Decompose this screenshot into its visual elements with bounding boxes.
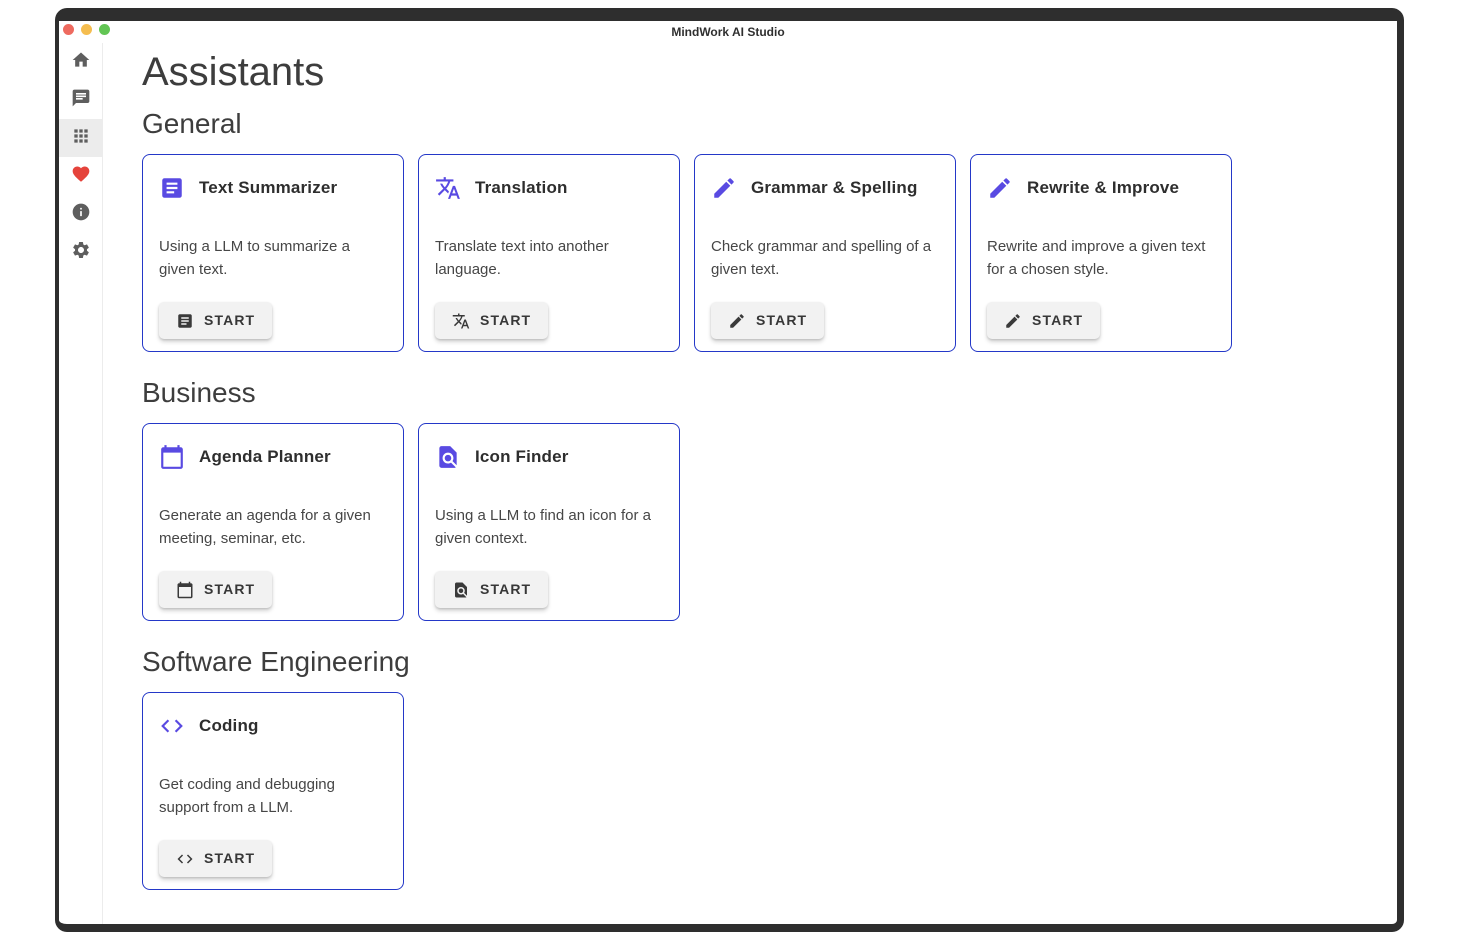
sidebar [59, 43, 103, 924]
assistant-card: Translation Translate text into another … [418, 154, 680, 352]
section-title: Software Engineering [142, 645, 1377, 679]
assistant-card: Rewrite & Improve Rewrite and improve a … [970, 154, 1232, 352]
card-row: Coding Get coding and debugging support … [142, 692, 1377, 890]
sidebar-item-assistants[interactable] [59, 119, 102, 157]
close-button[interactable] [63, 24, 74, 35]
assistant-card: Agenda Planner Generate an agenda for a … [142, 423, 404, 621]
code-icon [159, 713, 185, 739]
chat-icon [71, 88, 91, 108]
edit-pencil-icon [1004, 312, 1022, 330]
info-icon [71, 202, 91, 222]
titlebar: MindWork AI Studio [59, 21, 1397, 43]
apps-grid-icon [71, 126, 91, 146]
sidebar-item-favorites[interactable] [59, 157, 102, 195]
card-header: Text Summarizer [159, 175, 387, 201]
start-button[interactable]: START [711, 302, 824, 339]
gear-icon [71, 240, 91, 260]
zoom-button[interactable] [99, 24, 110, 35]
start-button[interactable]: START [435, 571, 548, 608]
card-description: Using a LLM to summarize a given text. [159, 235, 387, 281]
sidebar-item-settings[interactable] [59, 233, 102, 271]
translate-icon [435, 175, 461, 201]
page-title: Assistants [142, 49, 1377, 95]
calendar-icon [176, 581, 194, 599]
calendar-icon [159, 444, 185, 470]
start-button[interactable]: START [435, 302, 548, 339]
start-button-label: START [480, 580, 531, 599]
card-header: Agenda Planner [159, 444, 387, 470]
card-title: Coding [199, 716, 259, 736]
sidebar-item-chat[interactable] [59, 81, 102, 119]
card-header: Coding [159, 713, 387, 739]
assistant-section: Business Agenda Planner Generate an agen… [142, 376, 1377, 621]
card-header: Translation [435, 175, 663, 201]
window-title: MindWork AI Studio [59, 21, 1397, 43]
assistant-card: Icon Finder Using a LLM to find an icon … [418, 423, 680, 621]
find-in-page-icon [435, 444, 461, 470]
card-title: Grammar & Spelling [751, 178, 918, 198]
card-title: Icon Finder [475, 447, 569, 467]
start-button-label: START [204, 311, 255, 330]
card-row: Text Summarizer Using a LLM to summarize… [142, 154, 1377, 352]
start-button[interactable]: START [159, 571, 272, 608]
card-description: Using a LLM to find an icon for a given … [435, 504, 663, 550]
find-in-page-icon [452, 581, 470, 599]
assistant-card: Coding Get coding and debugging support … [142, 692, 404, 890]
article-icon [176, 312, 194, 330]
card-header: Rewrite & Improve [987, 175, 1215, 201]
start-button-label: START [204, 580, 255, 599]
card-row: Agenda Planner Generate an agenda for a … [142, 423, 1377, 621]
assistant-card: Grammar & Spelling Check grammar and spe… [694, 154, 956, 352]
card-title: Rewrite & Improve [1027, 178, 1179, 198]
section-title: General [142, 107, 1377, 141]
edit-pencil-icon [711, 175, 737, 201]
minimize-button[interactable] [81, 24, 92, 35]
card-description: Get coding and debugging support from a … [159, 773, 387, 819]
card-header: Grammar & Spelling [711, 175, 939, 201]
edit-pencil-icon [987, 175, 1013, 201]
translate-icon [452, 312, 470, 330]
card-title: Agenda Planner [199, 447, 331, 467]
start-button-label: START [756, 311, 807, 330]
sidebar-item-about[interactable] [59, 195, 102, 233]
sections-container: General Text Summarizer Using a LLM to s… [142, 107, 1377, 890]
card-description: Translate text into another language. [435, 235, 663, 281]
app-window: MindWork AI Studio Assistants General Te… [55, 8, 1404, 932]
start-button-label: START [204, 849, 255, 868]
edit-pencil-icon [728, 312, 746, 330]
start-button[interactable]: START [159, 840, 272, 877]
card-description: Generate an agenda for a given meeting, … [159, 504, 387, 550]
main-content: Assistants General Text Summarizer Using… [103, 43, 1397, 924]
card-description: Check grammar and spelling of a given te… [711, 235, 939, 281]
code-icon [176, 850, 194, 868]
start-button[interactable]: START [159, 302, 272, 339]
window-body: Assistants General Text Summarizer Using… [59, 43, 1397, 924]
home-icon [71, 50, 91, 70]
sidebar-item-home[interactable] [59, 43, 102, 81]
heart-icon [71, 164, 91, 184]
assistant-section: General Text Summarizer Using a LLM to s… [142, 107, 1377, 352]
start-button[interactable]: START [987, 302, 1100, 339]
assistant-card: Text Summarizer Using a LLM to summarize… [142, 154, 404, 352]
section-title: Business [142, 376, 1377, 410]
article-icon [159, 175, 185, 201]
start-button-label: START [480, 311, 531, 330]
card-header: Icon Finder [435, 444, 663, 470]
start-button-label: START [1032, 311, 1083, 330]
traffic-lights [63, 24, 110, 35]
assistant-section: Software Engineering Coding Get coding a… [142, 645, 1377, 890]
card-description: Rewrite and improve a given text for a c… [987, 235, 1215, 281]
card-title: Text Summarizer [199, 178, 337, 198]
card-title: Translation [475, 178, 568, 198]
